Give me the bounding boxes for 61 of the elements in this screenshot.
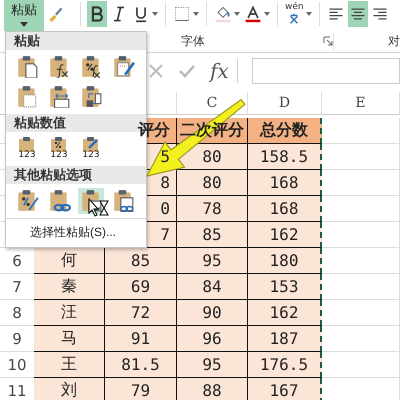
table-cell: 153: [248, 274, 322, 300]
cancel-icon: [148, 63, 164, 79]
enter-icon: [178, 63, 196, 79]
table-cell: 88: [177, 378, 248, 400]
table-cell: 84: [177, 274, 248, 300]
table-cell: 91: [105, 326, 177, 352]
table-cell: 马: [34, 326, 105, 352]
paste-option-button[interactable]: 123: [14, 136, 40, 162]
table-cell: 168: [248, 170, 322, 196]
table-cell: 何: [34, 248, 105, 274]
font-color-icon: [244, 5, 262, 23]
column-title: 总分数: [248, 118, 322, 144]
table-cell: 90: [177, 300, 248, 326]
group-label: 字体: [181, 32, 205, 50]
table-cell: 汪: [34, 300, 105, 326]
table-cell: 78: [177, 196, 248, 222]
table-cell: 187: [248, 326, 322, 352]
table-cell: 180: [248, 248, 322, 274]
table-cell: 80: [177, 170, 248, 196]
paste-special-item[interactable]: 选择性粘贴(S)...: [6, 218, 146, 247]
cursor-icon: [88, 198, 110, 218]
caret-icon: [234, 12, 240, 16]
caret-icon: [306, 12, 312, 16]
table-cell: 167: [248, 378, 322, 400]
table-cell: 72: [105, 300, 177, 326]
table-cell: 95: [177, 352, 248, 378]
caret-icon: [193, 12, 199, 16]
table-cell: 95: [177, 248, 248, 274]
table-cell: 176.5: [248, 352, 322, 378]
section-header: 粘贴: [6, 32, 146, 50]
fill-color-icon: [214, 5, 232, 23]
table-cell: 162: [248, 300, 322, 326]
group-label: 对: [388, 34, 400, 48]
table-cell: 85: [177, 222, 248, 248]
table-cell: 刘: [34, 378, 105, 400]
section-header: 其他粘贴选项: [6, 166, 146, 184]
table-cell: 85: [105, 248, 177, 274]
caret-icon: [20, 22, 28, 27]
paste-option-button[interactable]: 123: [78, 136, 104, 162]
bold-button[interactable]: [87, 1, 107, 27]
table-cell: 79: [105, 378, 177, 400]
paste-button[interactable]: 粘贴: [4, 0, 44, 31]
column-header[interactable]: E: [322, 92, 400, 115]
caret-icon: [152, 12, 158, 16]
paste-option-button[interactable]: 123: [46, 136, 72, 162]
table-cell: 158.5: [248, 144, 322, 170]
insert-function-button[interactable]: fx: [210, 59, 238, 83]
border-icon: [173, 5, 191, 23]
phonetic-button[interactable]: wén: [284, 1, 313, 27]
table-cell: 王: [34, 352, 105, 378]
table-cell: 81.5: [105, 352, 177, 378]
column-header[interactable]: D: [248, 92, 322, 115]
formula-field[interactable]: [252, 58, 400, 84]
table-cell: 69: [105, 274, 177, 300]
align-center-button[interactable]: [348, 1, 368, 27]
caret-icon: [264, 12, 270, 16]
table-cell: 168: [248, 196, 322, 222]
table-cell: 162: [248, 222, 322, 248]
table-cell: 96: [177, 326, 248, 352]
dialog-launcher-icon[interactable]: [323, 36, 333, 46]
table-cell: 秦: [34, 274, 105, 300]
